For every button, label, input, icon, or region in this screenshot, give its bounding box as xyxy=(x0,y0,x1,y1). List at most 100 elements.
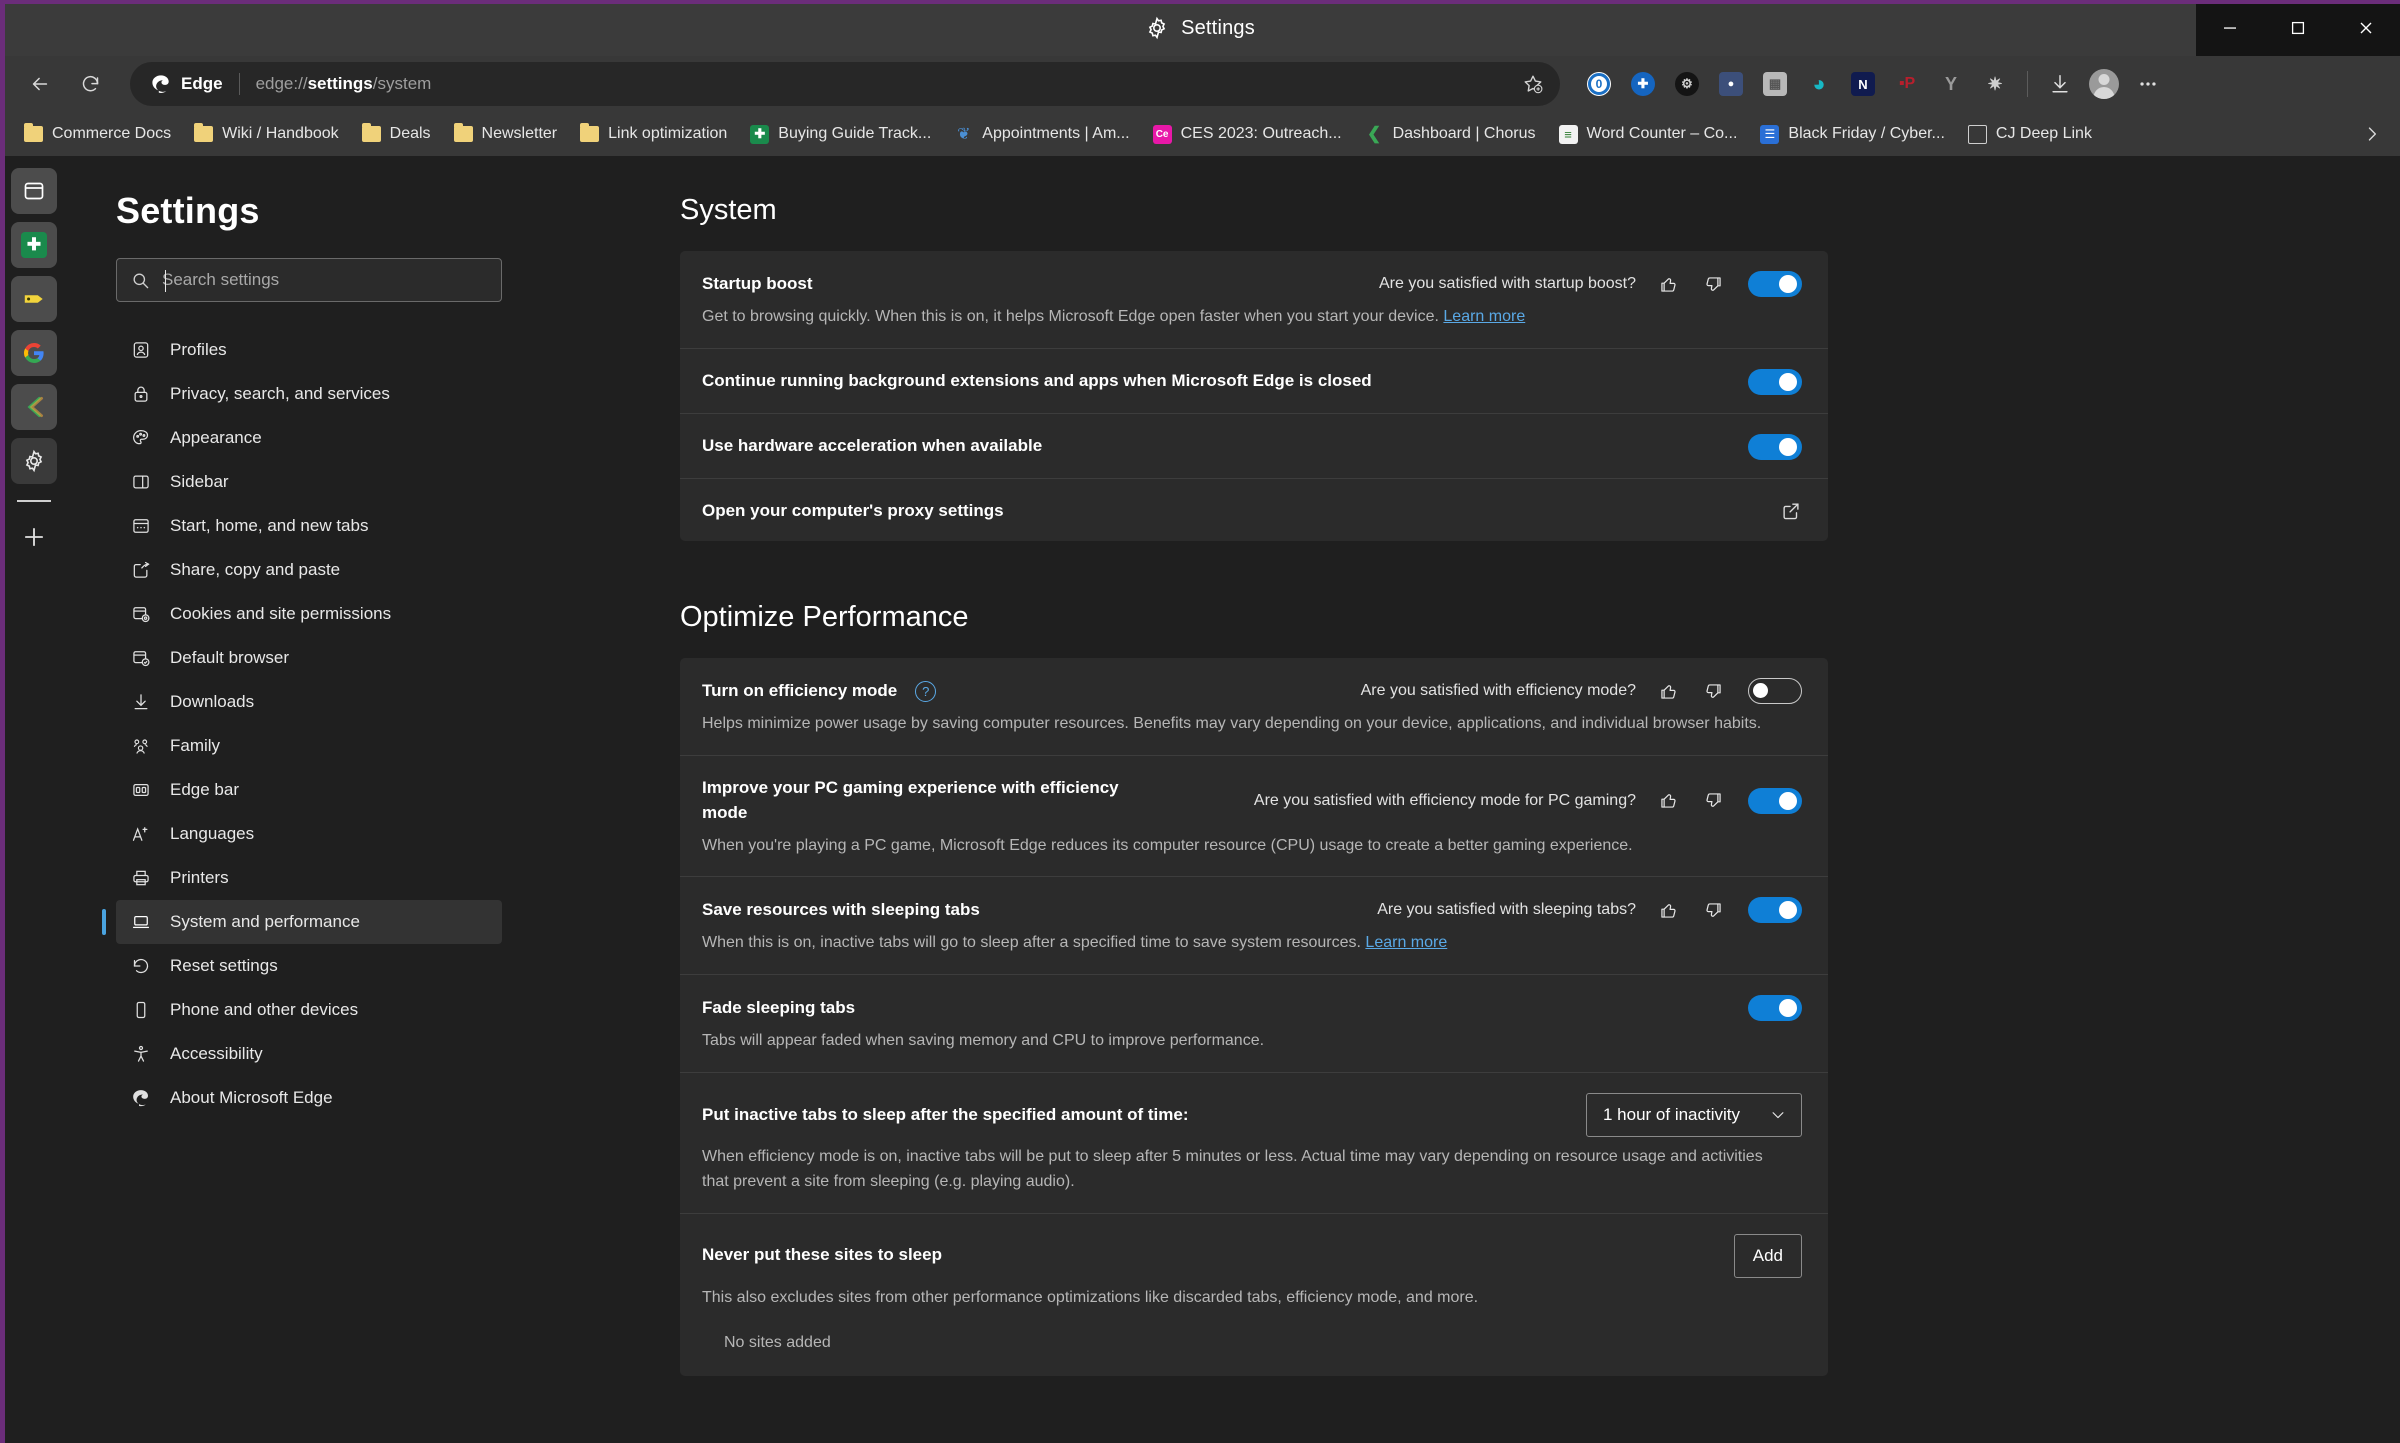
star-add-icon[interactable] xyxy=(1522,73,1544,95)
bookmark-item[interactable]: CJ Deep Link xyxy=(1958,119,2102,150)
edge-badge: Edge xyxy=(150,73,223,95)
extension-icon-person[interactable]: ● xyxy=(1710,63,1752,105)
sidebar-item-profiles[interactable]: Profiles xyxy=(116,328,502,372)
extension-icon-teal-drop[interactable]: ◕ xyxy=(1798,63,1840,105)
learn-more-link[interactable]: Learn more xyxy=(1365,934,1447,951)
copilot-icon[interactable] xyxy=(11,168,57,214)
address-bar[interactable]: Edge edge://settings/system xyxy=(130,62,1560,106)
toggle-background-extensions[interactable] xyxy=(1748,368,1802,395)
toggle-startup-boost[interactable] xyxy=(1748,271,1802,297)
sidebar-item-edge-bar[interactable]: Edge bar xyxy=(116,768,502,812)
gear-icon[interactable] xyxy=(11,438,57,484)
toggle-hardware-acceleration[interactable] xyxy=(1748,433,1802,460)
sidebar-item-label: Cookies and site permissions xyxy=(170,604,392,623)
sidebar-item-start-home[interactable]: Start, home, and new tabs xyxy=(116,504,502,548)
laptop-icon xyxy=(130,911,152,933)
sidebar-item-cookies[interactable]: Cookies and site permissions xyxy=(116,592,502,636)
bookmarks-overflow-icon[interactable] xyxy=(2356,118,2388,150)
search-input[interactable]: Search settings xyxy=(162,270,279,290)
sidebar-item-appearance[interactable]: Appearance xyxy=(116,416,502,460)
avatar[interactable] xyxy=(2083,63,2125,105)
sheets-icon[interactable]: ✚ xyxy=(11,222,57,268)
tag-icon[interactable] xyxy=(11,276,57,322)
extension-icon-wishbone[interactable]: Y xyxy=(1930,63,1972,105)
sidebar-item-about-microsoft-edge[interactable]: About Microsoft Edge xyxy=(116,1076,502,1120)
minimize-button[interactable] xyxy=(2196,0,2264,56)
browser-essentials-icon[interactable]: 0 xyxy=(1578,63,1620,105)
thumbs-down-icon[interactable] xyxy=(1701,679,1726,704)
bookmark-item[interactable]: Ce CES 2023: Outreach... xyxy=(1143,119,1352,150)
bookmark-item[interactable]: ❦ Appointments | Am... xyxy=(944,119,1139,150)
bookmark-item[interactable]: Newsletter xyxy=(444,119,568,149)
thumbs-up-icon[interactable] xyxy=(1656,898,1681,923)
sidebar-item-default-browser[interactable]: Default browser xyxy=(116,636,502,680)
setting-description: When this is on, inactive tabs will go t… xyxy=(702,931,1792,956)
extension-icon-outline-gear[interactable]: ✷ xyxy=(1974,63,2016,105)
chorus-icon[interactable] xyxy=(11,384,57,430)
bookmark-item[interactable]: Link optimization xyxy=(570,119,737,149)
sidebar-item-reset-settings[interactable]: Reset settings xyxy=(116,944,502,988)
help-icon[interactable]: ? xyxy=(915,680,937,702)
extension-icon-dark-gear[interactable]: ⚙ xyxy=(1666,63,1708,105)
sidebar-item-share-copy-paste[interactable]: Share, copy and paste xyxy=(116,548,502,592)
more-options-icon[interactable] xyxy=(2127,63,2169,105)
thumbs-up-icon[interactable] xyxy=(1656,788,1681,813)
extension-icon-gray[interactable]: ▦ xyxy=(1754,63,1796,105)
settings-navigation: Settings Search settings Profiles Privac… xyxy=(68,156,538,1443)
bookmark-label: Word Counter – Co... xyxy=(1586,125,1738,142)
back-button[interactable] xyxy=(18,62,62,106)
bookmark-item[interactable]: ≡ Word Counter – Co... xyxy=(1549,119,1748,150)
sidebar-item-family[interactable]: Family xyxy=(116,724,502,768)
setting-description: When efficiency mode is on, inactive tab… xyxy=(702,1147,1763,1190)
extension-icon-n[interactable]: N xyxy=(1842,63,1884,105)
maximize-button[interactable] xyxy=(2264,0,2332,56)
close-button[interactable] xyxy=(2332,0,2400,56)
sidebar-item-phone-other-devices[interactable]: Phone and other devices xyxy=(116,988,502,1032)
toolbar-divider xyxy=(2027,71,2028,97)
search-settings-box[interactable]: Search settings xyxy=(116,258,502,302)
bookmark-item[interactable]: Deals xyxy=(352,119,441,149)
page-title: Settings xyxy=(116,190,260,231)
sidebar-item-accessibility[interactable]: Accessibility xyxy=(116,1032,502,1076)
add-app-icon[interactable] xyxy=(11,514,57,560)
sidebar-item-system-and-performance[interactable]: System and performance xyxy=(102,900,502,944)
sidebar-item-label: Sidebar xyxy=(170,472,229,491)
add-site-button[interactable]: Add xyxy=(1733,1233,1802,1278)
thumbs-down-icon[interactable] xyxy=(1701,272,1726,297)
thumbs-down-icon[interactable] xyxy=(1701,788,1726,813)
refresh-button[interactable] xyxy=(68,62,112,106)
bookmark-label: Wiki / Handbook xyxy=(222,125,339,142)
thumbs-up-icon[interactable] xyxy=(1656,272,1681,297)
folder-icon xyxy=(361,123,381,142)
extension-icon-blue[interactable]: ✚ xyxy=(1622,63,1664,105)
toggle-sleeping-tabs[interactable] xyxy=(1748,897,1802,924)
bookmark-item[interactable]: ✚ Buying Guide Track... xyxy=(740,119,941,150)
sidebar-item-languages[interactable]: Languages xyxy=(116,812,502,856)
extension-icon-red[interactable]: ▪P xyxy=(1886,63,1928,105)
toggle-pc-gaming-efficiency[interactable] xyxy=(1748,787,1802,814)
lock-icon xyxy=(130,383,152,405)
bookmark-item[interactable]: ☰ Black Friday / Cyber... xyxy=(1750,119,1955,150)
sheets-favicon: ✚ xyxy=(750,124,770,144)
setting-label: Continue running background extensions a… xyxy=(702,371,1372,391)
sidebar-item-printers[interactable]: Printers xyxy=(116,856,502,900)
sidebar-item-downloads[interactable]: Downloads xyxy=(116,680,502,724)
thumbs-up-icon[interactable] xyxy=(1656,679,1681,704)
sidebar-item-sidebar[interactable]: Sidebar xyxy=(116,460,502,504)
external-link-icon[interactable] xyxy=(1780,500,1802,522)
google-icon[interactable] xyxy=(11,330,57,376)
bookmark-item[interactable]: ❮ Dashboard | Chorus xyxy=(1355,119,1546,150)
learn-more-link[interactable]: Learn more xyxy=(1443,308,1525,325)
setting-row-inactive-tab-timeout: Put inactive tabs to sleep after the spe… xyxy=(680,1073,1828,1214)
setting-row-proxy-settings[interactable]: Open your computer's proxy settings xyxy=(680,479,1828,542)
toggle-fade-sleeping-tabs[interactable] xyxy=(1748,995,1802,1022)
inactivity-timeout-select[interactable]: 1 hour of inactivity xyxy=(1586,1092,1802,1137)
sidebar-item-privacy[interactable]: Privacy, search, and services xyxy=(116,372,502,416)
bookmark-label: Link optimization xyxy=(608,125,728,142)
printer-icon xyxy=(130,867,152,889)
bookmark-item[interactable]: Commerce Docs xyxy=(14,119,181,149)
thumbs-down-icon[interactable] xyxy=(1701,898,1726,923)
bookmark-item[interactable]: Wiki / Handbook xyxy=(184,119,349,149)
downloads-icon[interactable] xyxy=(2039,63,2081,105)
toggle-efficiency-mode[interactable] xyxy=(1748,678,1802,705)
